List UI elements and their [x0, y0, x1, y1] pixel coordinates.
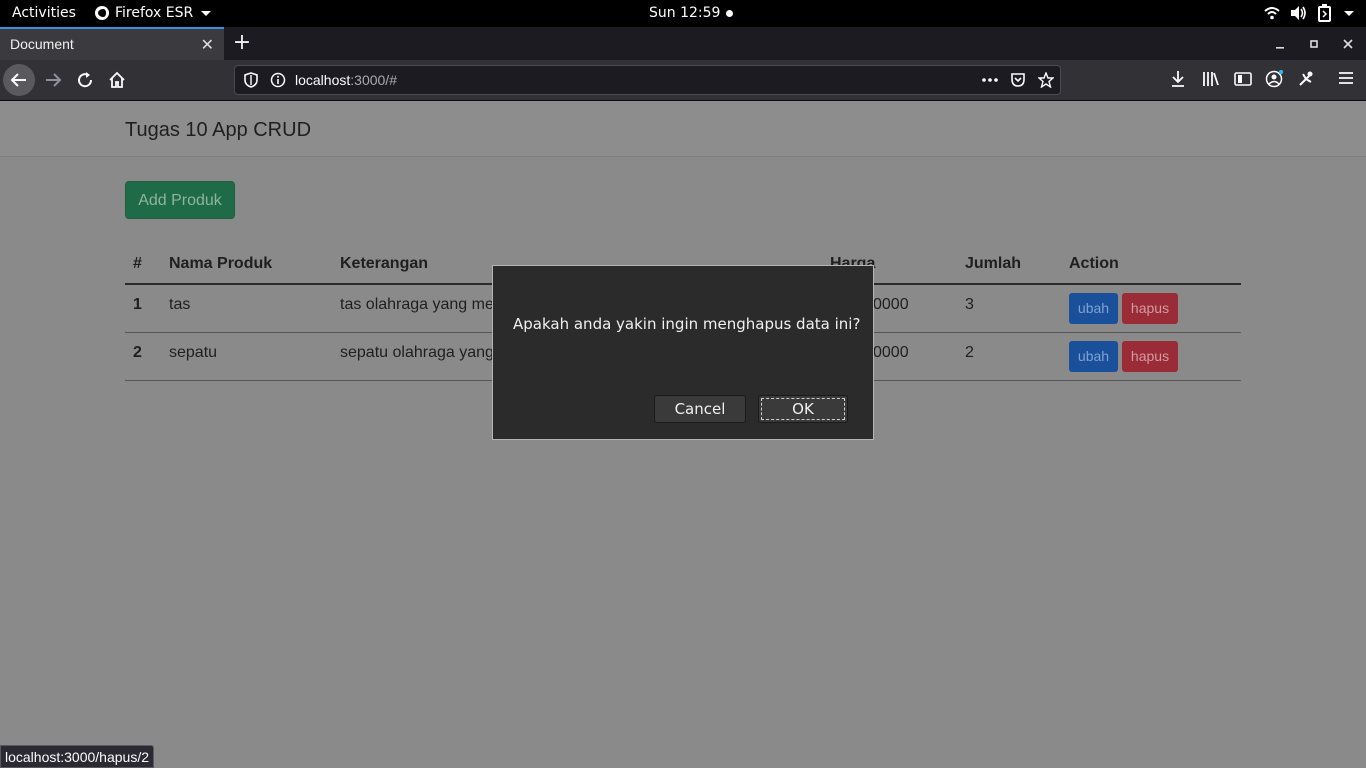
more-actions-icon[interactable]: [981, 72, 999, 88]
row-2-ubah-button[interactable]: ubah: [1069, 341, 1118, 372]
close-icon: [1343, 39, 1353, 49]
system-top-bar: Activities Firefox ESR Sun 12:59: [0, 0, 1366, 27]
row-1-jumlah: 3: [965, 296, 974, 313]
add-produk-button[interactable]: Add Produk: [125, 181, 235, 219]
app-menu[interactable]: Firefox ESR: [95, 5, 212, 21]
reload-icon: [78, 72, 93, 88]
close-window-button[interactable]: [1333, 27, 1363, 60]
close-tab-icon[interactable]: ✕: [201, 35, 214, 54]
library-icon[interactable]: [1202, 70, 1220, 88]
url-host: localhost: [295, 72, 351, 88]
pocket-icon[interactable]: [1010, 72, 1026, 88]
row-1-keterangan: tas olahraga yang me: [340, 296, 494, 313]
app-menu-label: Firefox ESR: [115, 5, 194, 21]
url-path: :3000/#: [350, 72, 397, 88]
reload-button[interactable]: [69, 64, 101, 96]
row-1-harga: 0000: [873, 296, 909, 313]
activities-button[interactable]: Activities: [12, 5, 76, 21]
maximize-window-button[interactable]: [1299, 27, 1329, 60]
system-status-area[interactable]: [1264, 4, 1354, 22]
back-button[interactable]: [3, 64, 35, 96]
navigation-toolbar: localhost:3000/#: [0, 60, 1366, 101]
forward-button[interactable]: [37, 64, 69, 96]
new-tab-button[interactable]: +: [232, 30, 252, 56]
header-no: #: [133, 255, 142, 272]
home-button[interactable]: [101, 64, 133, 96]
info-icon[interactable]: [270, 72, 286, 88]
row-1-no: 1: [133, 296, 142, 313]
row-2-hapus-button[interactable]: hapus: [1122, 341, 1178, 372]
volume-icon: [1291, 6, 1306, 20]
sidebar-icon[interactable]: [1234, 70, 1252, 88]
tab-strip: Document ✕ +: [0, 27, 1366, 60]
arrow-left-icon: [10, 73, 26, 87]
download-icon[interactable]: [1170, 70, 1186, 88]
row-1-ubah-button[interactable]: ubah: [1069, 293, 1118, 324]
firefox-icon: [95, 6, 109, 20]
row-2-harga: 0000: [873, 344, 909, 361]
url-bar[interactable]: localhost:3000/#: [234, 65, 1061, 95]
dialog-message: Apakah anda yakin ingin menghapus data i…: [513, 315, 861, 333]
wifi-icon: [1264, 7, 1280, 20]
ok-button[interactable]: OK: [758, 395, 848, 423]
clock[interactable]: Sun 12:59: [649, 5, 734, 21]
extension-icon[interactable]: [1297, 70, 1315, 88]
home-icon: [109, 71, 125, 88]
navbar: Tugas 10 App CRUD: [0, 101, 1366, 157]
row-2-nama: sepatu: [169, 344, 218, 361]
header-keterangan: Keterangan: [340, 255, 429, 272]
tab-title: Document: [10, 36, 74, 52]
minimize-icon: [1276, 47, 1284, 49]
battery-icon: [1318, 4, 1331, 22]
header-nama-produk: Nama Produk: [169, 255, 273, 272]
maximize-icon: [1310, 40, 1318, 48]
confirm-dialog: Apakah anda yakin ingin menghapus data i…: [492, 265, 874, 440]
arrow-right-icon: [46, 73, 62, 87]
row-2-keterangan: sepatu olahraga yang: [340, 344, 494, 361]
bookmark-star-icon[interactable]: [1038, 72, 1054, 88]
shield-icon[interactable]: [244, 72, 258, 88]
tab-document[interactable]: Document ✕: [0, 27, 224, 60]
chevron-down-icon: [1344, 10, 1354, 16]
header-jumlah: Jumlah: [965, 255, 1022, 272]
header-action: Action: [1069, 255, 1119, 272]
row-1-hapus-button[interactable]: hapus: [1122, 293, 1178, 324]
row-1-nama: tas: [169, 296, 191, 313]
link-status-bar: localhost:3000/hapus/2: [0, 745, 154, 768]
ok-button-label: OK: [761, 398, 845, 420]
url-text: localhost:3000/#: [295, 72, 397, 88]
hamburger-menu-icon[interactable]: [1338, 70, 1354, 86]
cancel-button[interactable]: Cancel: [654, 395, 746, 423]
row-2-jumlah: 2: [965, 344, 974, 361]
row-2-no: 2: [133, 344, 142, 361]
chevron-down-icon: [201, 10, 212, 16]
account-icon[interactable]: [1265, 70, 1283, 88]
clock-label: Sun 12:59: [649, 5, 721, 21]
notification-dot-icon: [726, 9, 734, 17]
minimize-window-button[interactable]: [1265, 27, 1295, 60]
page-brand[interactable]: Tugas 10 App CRUD: [125, 119, 311, 142]
